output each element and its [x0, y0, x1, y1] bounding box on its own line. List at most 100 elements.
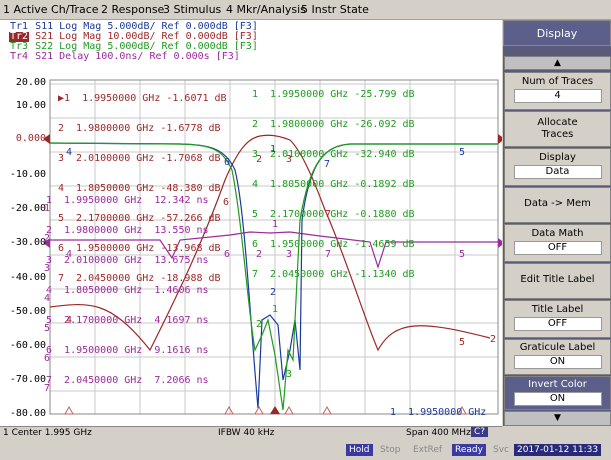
cal-status-badge: C?: [471, 427, 489, 437]
marker-row: 4 1.8050000 GHz 1.4606 ns: [46, 285, 209, 296]
marker-row: 3 2.0100000 GHz -1.7068 dB: [58, 153, 221, 164]
trace-marker-tr4-5: 5: [459, 249, 466, 260]
extref-indicator: ExtRef: [413, 445, 443, 455]
marker-row: 7 2.0450000 GHz -1.1340 dB: [252, 269, 415, 280]
softkey-data-mem[interactable]: Data -> Mem: [504, 187, 611, 223]
ref-marker-right-red: [498, 134, 502, 144]
trace-marker-tr1-5: 5: [459, 147, 466, 158]
softkey-invert-color[interactable]: Invert Color ON: [504, 376, 611, 410]
trace-marker-tr1-4: 4: [66, 147, 73, 158]
marker-row: 2 1.9800000 GHz -26.092 dB: [252, 119, 415, 130]
trace-marker-tr3-1: 1: [272, 304, 279, 315]
softkey-value: OFF: [513, 241, 602, 255]
softkey-value: ON: [513, 355, 602, 369]
marker-row: 3 2.0100000 GHz -32.940 dB: [252, 149, 415, 160]
marker-row: ▶1 1.9950000 GHz -1.6071 dB: [58, 93, 227, 104]
y-label: 0.000: [15, 133, 46, 144]
softkey-label: Traces: [541, 129, 574, 140]
trace-marker-tr4-6: 6: [224, 249, 231, 260]
trace-marker-tr4-2: 2: [256, 249, 263, 260]
softkey-edit-title[interactable]: Edit Title Label: [504, 263, 611, 299]
marker-num: 1: [44, 203, 51, 214]
softkey-value: 4: [513, 89, 602, 103]
y-label: -80.00: [9, 408, 46, 419]
y-label: 10.00: [15, 100, 46, 111]
marker-row: 1 1.9950000 GHz 12.342 ns: [46, 195, 209, 206]
trace-marker-tr4-1: 1: [272, 219, 279, 230]
trace-marker-tr1-7: 7: [324, 159, 331, 170]
datetime: 2017-01-12 11:33: [514, 444, 602, 456]
marker-num: 5: [44, 323, 51, 334]
softkey-title: Display: [503, 20, 611, 46]
trace-marker-tr3-2: 2: [256, 319, 263, 330]
menu-response[interactable]: 2 Response: [101, 3, 164, 16]
softkey-allocate-traces[interactable]: Allocate Traces: [504, 111, 611, 147]
marker-row: 6 1.9500000 GHz 9.1616 ns: [46, 345, 209, 356]
y-label: -60.00: [9, 340, 46, 351]
softkey-label: Display: [539, 152, 576, 163]
scroll-up-button[interactable]: ▲: [504, 56, 611, 70]
softkey-display[interactable]: Display Data: [504, 148, 611, 186]
y-label: -70.00: [9, 374, 46, 385]
softkey-data-math[interactable]: Data Math OFF: [504, 224, 611, 262]
softkey-label: Allocate: [537, 117, 578, 128]
stimulus-marker-active: [270, 406, 280, 414]
menu-instr-state[interactable]: 5 Instr State: [301, 3, 369, 16]
softkey-value: OFF: [513, 317, 602, 331]
marker-row: 7 2.0450000 GHz 7.2066 ns: [46, 375, 209, 386]
trace-marker-tr2-6: 6: [223, 197, 230, 208]
softkey-label: Title Label: [531, 304, 584, 315]
marker-num: 7: [44, 383, 51, 394]
menu-bar: 1 Active Ch/Trace 2 Response 3 Stimulus …: [0, 0, 611, 20]
center-frequency: 1 Center 1.995 GHz: [3, 428, 92, 438]
menu-mkr-analysis[interactable]: 4 Mkr/Analysis: [226, 3, 306, 16]
y-label: -40.00: [9, 272, 46, 283]
ref-marker-right-purple: [498, 238, 502, 248]
marker-table-tr3: 1 1.9950000 GHz -25.799 dB 2 1.9800000 G…: [252, 70, 415, 300]
trace-marker-tr3-3: 3: [286, 369, 293, 380]
measurement-plot[interactable]: Tr1 S11 Log Mag 5.000dB/ Ref 0.000dB [F3…: [0, 20, 502, 426]
svc-indicator: Svc: [493, 445, 509, 455]
softkey-value: Data: [513, 165, 602, 179]
menu-active-ch[interactable]: 1 Active Ch/Trace: [3, 3, 99, 16]
softkey-label: Num of Traces: [521, 76, 594, 87]
hold-indicator: Hold: [346, 444, 373, 456]
span: Span 400 MHz: [406, 428, 471, 438]
softkey-label: Data Math: [531, 228, 584, 239]
softkey-num-traces[interactable]: Num of Traces 4: [504, 72, 611, 110]
marker-num: 2: [44, 233, 51, 244]
scroll-down-button[interactable]: ▼: [504, 411, 611, 426]
trace-marker-tr1-1: 1: [270, 144, 277, 155]
softkey-label: Invert Color: [528, 379, 587, 390]
softkey-value: ON: [513, 392, 602, 406]
marker-readout-bottom: 1 1.9950000 GHz: [390, 407, 487, 418]
trace-marker-tr2-2: 2: [256, 154, 263, 165]
y-label: -10.00: [9, 169, 46, 180]
marker-table-tr4: 1 1.9950000 GHz 12.342 ns 2 1.9800000 GH…: [46, 176, 209, 406]
instrument-status-bar: Hold Stop ExtRef Ready Svc 2017-01-12 11…: [0, 442, 611, 460]
trace-marker-tr1-6: 6: [224, 157, 231, 168]
trace-marker-tr2-7: 7: [325, 209, 332, 220]
menu-stimulus[interactable]: 3 Stimulus: [163, 3, 221, 16]
marker-row: 2 1.9800000 GHz -1.6778 dB: [58, 123, 221, 134]
softkey-title-label[interactable]: Title Label OFF: [504, 300, 611, 338]
y-label: -20.00: [9, 203, 46, 214]
softkey-label: Data -> Mem: [524, 198, 591, 209]
marker-num: 4: [44, 293, 51, 304]
marker-row: 6 1.9500000 GHz -1.4659 dB: [252, 239, 415, 250]
marker-row: 4 1.8050000 GHz -0.1892 dB: [252, 179, 415, 190]
softkey-label: Edit Title Label: [520, 274, 595, 285]
trace-marker-tr4-7: 7: [325, 249, 332, 260]
ifbw: IFBW 40 kHz: [218, 428, 275, 438]
trace-header-tr4[interactable]: Tr4 S21 Delay 100.0ns/ Ref 0.000s [F3]: [9, 52, 240, 62]
y-label: -30.00: [9, 237, 46, 248]
trace-marker-ref-right: 2: [490, 334, 497, 345]
marker-row: 1 1.9950000 GHz -25.799 dB: [252, 89, 415, 100]
marker-num: 3: [44, 263, 51, 274]
trace-marker-tr1-2: 2: [270, 287, 277, 298]
softkey-graticule-label[interactable]: Graticule Label ON: [504, 339, 611, 375]
softkey-label: Graticule Label: [519, 342, 596, 353]
stop-indicator: Stop: [380, 445, 401, 455]
channel-status-bar: 1 Center 1.995 GHz IFBW 40 kHz Span 400 …: [0, 426, 502, 441]
marker-num: 6: [44, 353, 51, 364]
